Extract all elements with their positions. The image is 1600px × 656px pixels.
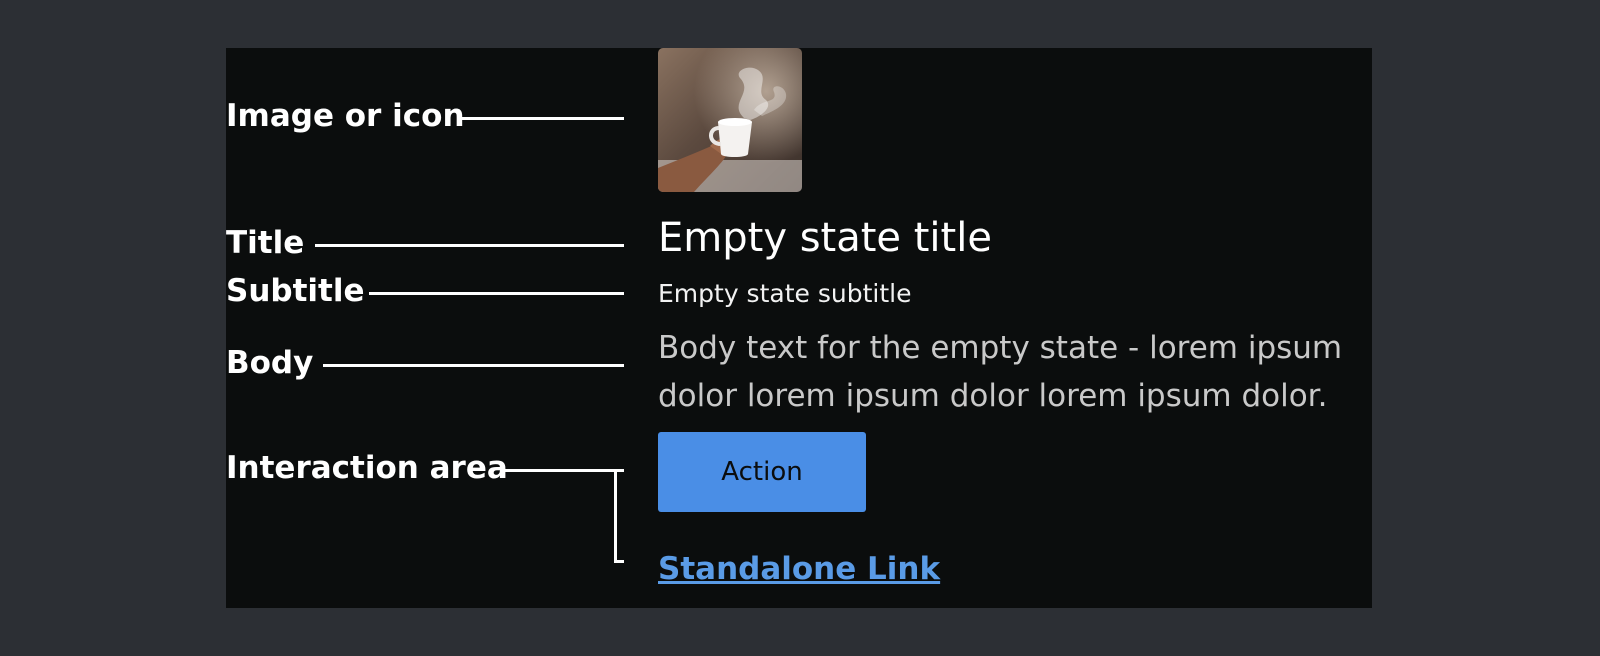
interaction-leader-line <box>504 469 624 472</box>
empty-state-title: Empty state title <box>658 215 992 261</box>
title-leader-line <box>315 244 624 247</box>
empty-state-subtitle: Empty state subtitle <box>658 279 912 308</box>
body-leader-line <box>323 364 624 367</box>
annotation-body-label: Body <box>226 345 314 381</box>
coffee-cup-image <box>658 48 802 192</box>
empty-state-anatomy-diagram: Image or icon Title Subtitle Body Intera… <box>226 48 1372 608</box>
standalone-link[interactable]: Standalone Link <box>658 551 940 587</box>
image-leader-line <box>460 117 624 120</box>
annotation-subtitle-label: Subtitle <box>226 273 365 309</box>
subtitle-leader-line <box>369 292 624 295</box>
empty-state-body: Body text for the empty state - lorem ip… <box>658 330 1343 414</box>
annotation-image-label: Image or icon <box>226 98 465 134</box>
annotation-title-label: Title <box>226 225 305 261</box>
interaction-bracket-foot <box>614 560 624 563</box>
action-button[interactable]: Action <box>658 432 866 512</box>
annotation-interaction-label: Interaction area <box>226 450 508 486</box>
empty-state-image <box>658 48 802 192</box>
interaction-bracket-line <box>614 469 617 563</box>
